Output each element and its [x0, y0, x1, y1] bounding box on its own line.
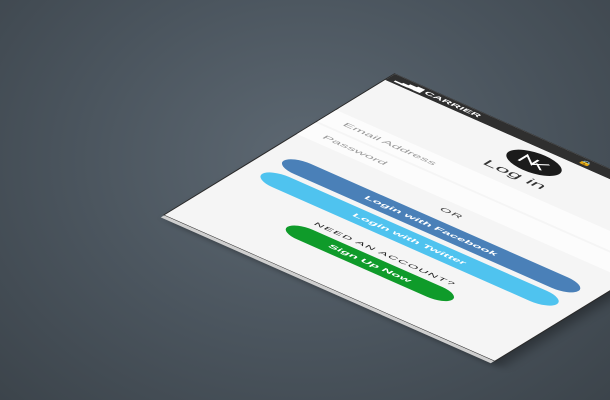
phone-mockup: ▂▄▆█ CARRIER 🔒 Log in OR Login with Face…: [160, 74, 610, 368]
